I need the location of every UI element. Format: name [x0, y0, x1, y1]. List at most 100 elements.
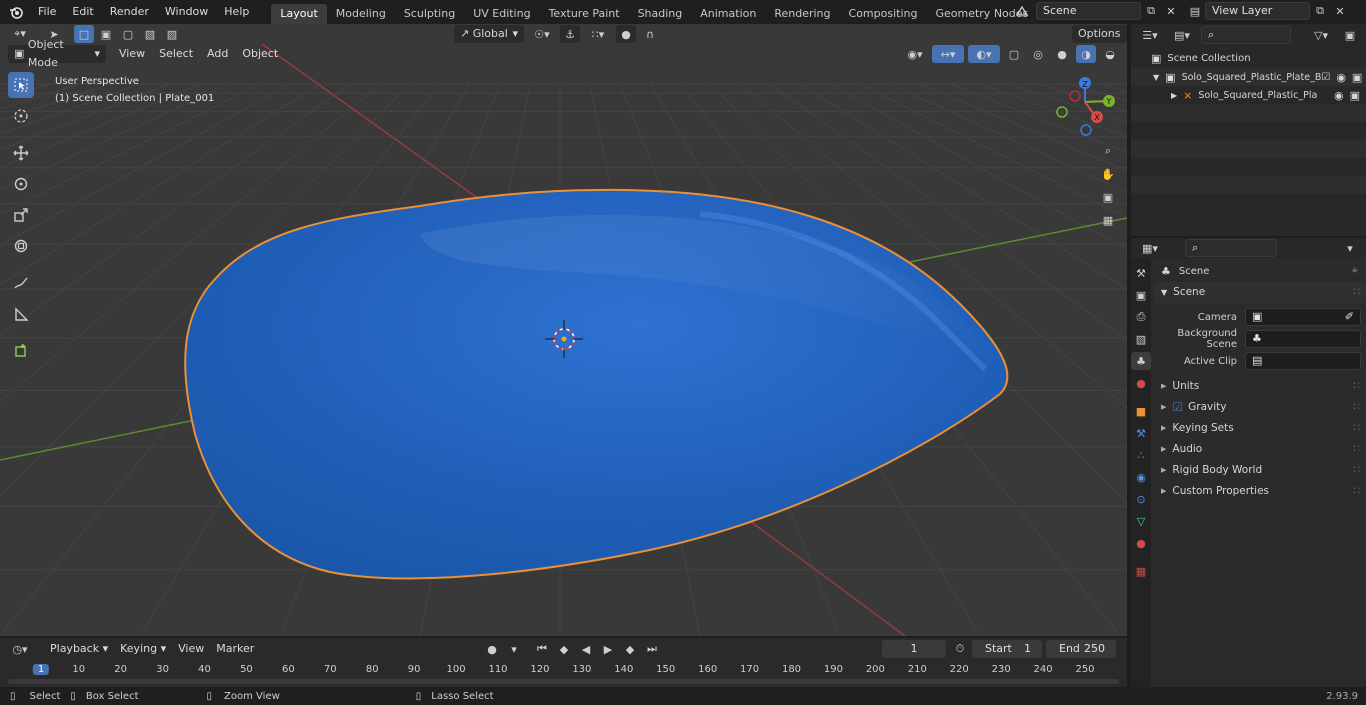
menu-file[interactable]: File: [30, 2, 64, 22]
data-tab-icon[interactable]: ▽: [1131, 512, 1151, 530]
xray-toggle-icon[interactable]: ▢: [1004, 45, 1024, 63]
timeline-editor-type-icon[interactable]: ◷▾: [6, 640, 34, 658]
subpanel-units[interactable]: ▶ Units ∷: [1155, 376, 1366, 397]
tool-tab-icon[interactable]: ⚒: [1131, 264, 1151, 282]
camera-view-icon[interactable]: ▣: [1098, 188, 1118, 206]
viewport-menu-object[interactable]: Object: [235, 44, 285, 64]
tab-compositing[interactable]: Compositing: [840, 4, 927, 24]
overlays-toggle-icon[interactable]: ◐▾: [968, 45, 1000, 63]
timeline-menu-keying[interactable]: Keying ▾: [114, 639, 172, 659]
outliner-search-input[interactable]: ⌕: [1201, 26, 1291, 44]
snap-icon[interactable]: ⚓: [560, 25, 580, 43]
object-tab-icon[interactable]: ■: [1131, 402, 1151, 420]
mode-dropdown[interactable]: ▣ Object Mode ▾: [8, 38, 106, 69]
camera-render-icon[interactable]: ▣: [1350, 89, 1360, 102]
options-dropdown[interactable]: Options ▾: [1072, 25, 1127, 58]
scene-icon[interactable]: [1012, 2, 1032, 20]
subpanel-audio[interactable]: ▶ Audio ∷: [1155, 439, 1366, 460]
transform-tool-button[interactable]: [8, 233, 34, 259]
visibility-icon[interactable]: ◉▾: [902, 45, 928, 63]
play-icon[interactable]: ▶: [598, 640, 618, 658]
wireframe-shading-icon[interactable]: ◎: [1028, 45, 1048, 63]
display-mode-icon[interactable]: ▤▾: [1169, 26, 1195, 44]
tab-rendering[interactable]: Rendering: [765, 4, 839, 24]
texture-tab-icon[interactable]: ▦: [1131, 562, 1151, 580]
cursor-tool-button[interactable]: [8, 103, 34, 129]
view-layer-copy-icon[interactable]: ⧉: [1310, 2, 1330, 20]
add-cube-tool-button[interactable]: [8, 338, 34, 364]
scene-copy-icon[interactable]: ⧉: [1141, 2, 1161, 20]
render-tab-icon[interactable]: ▣: [1131, 286, 1151, 304]
drag-handle-icon[interactable]: ∷: [1353, 439, 1360, 460]
select-subtract-icon[interactable]: ▢: [118, 25, 138, 43]
scene-name-field[interactable]: Scene: [1036, 2, 1141, 20]
viewport-menu-add[interactable]: Add: [200, 44, 235, 64]
falloff-icon[interactable]: ∩: [640, 25, 660, 43]
play-reverse-icon[interactable]: ◀: [576, 640, 596, 658]
outliner-root-row[interactable]: ▣ Scene Collection: [1131, 49, 1366, 68]
prev-keyframe-icon[interactable]: ◆: [554, 640, 574, 658]
properties-editor-type-icon[interactable]: ▦▾: [1137, 239, 1163, 257]
view-layer-tab-icon[interactable]: ▧: [1131, 330, 1151, 348]
subpanel-custom-properties[interactable]: ▶ Custom Properties ∷: [1155, 481, 1366, 502]
subpanel-keying-sets[interactable]: ▶ Keying Sets ∷: [1155, 418, 1366, 439]
drag-handle-icon[interactable]: ∷: [1353, 460, 1360, 481]
orientation-dropdown[interactable]: ↗ Global ▾: [454, 25, 524, 43]
view-layer-icon[interactable]: ▤: [1185, 2, 1205, 20]
scale-tool-button[interactable]: [8, 202, 34, 228]
tab-animation[interactable]: Animation: [691, 4, 765, 24]
expand-right-icon[interactable]: ▶: [1171, 91, 1177, 100]
gizmo-toggle-icon[interactable]: ↔▾: [932, 45, 964, 63]
tab-modeling[interactable]: Modeling: [327, 4, 395, 24]
perspective-grid-icon[interactable]: ▦: [1098, 211, 1118, 229]
pan-hand-icon[interactable]: ✋: [1098, 165, 1118, 183]
new-collection-icon[interactable]: ▣: [1340, 26, 1360, 44]
menu-render[interactable]: Render: [102, 2, 157, 22]
timeline-menu-view[interactable]: View: [172, 639, 210, 659]
tab-texture-paint[interactable]: Texture Paint: [540, 4, 629, 24]
select-tool-button[interactable]: [8, 72, 34, 98]
tab-shading[interactable]: Shading: [629, 4, 692, 24]
camera-render-icon[interactable]: ▣: [1352, 71, 1362, 84]
modifier-tab-icon[interactable]: ⚒: [1131, 424, 1151, 442]
drag-handle-icon[interactable]: ∷: [1353, 481, 1360, 502]
properties-search-input[interactable]: ⌕: [1185, 239, 1277, 257]
frame-ruler[interactable]: 1 10 20 30 40 50 60 70 80 90 100 110 120 130 140 150 160…: [0, 662, 1127, 680]
record-icon[interactable]: ●: [482, 640, 502, 658]
next-keyframe-icon[interactable]: ◆: [620, 640, 640, 658]
active-clip-field[interactable]: ▤: [1245, 352, 1361, 370]
viewport-menu-select[interactable]: Select: [152, 44, 200, 64]
menu-window[interactable]: Window: [157, 2, 216, 22]
view-layer-close-icon[interactable]: ✕: [1330, 2, 1350, 20]
camera-field[interactable]: ▣ ✐: [1245, 308, 1361, 326]
material-tab-icon[interactable]: ●: [1131, 534, 1151, 552]
3d-viewport[interactable]: Z Y X ⌕ ✋ ▣ ▦ User Perspective (1) Scene…: [0, 24, 1127, 636]
drag-handle-icon[interactable]: ∷: [1353, 282, 1360, 303]
view-layer-field[interactable]: View Layer: [1205, 2, 1310, 20]
outliner-row-collection[interactable]: ▼ ▣ Solo_Squared_Plastic_Plate_B ☑ ◉ ▣: [1131, 68, 1366, 86]
physics-tab-icon[interactable]: ◉: [1131, 468, 1151, 486]
pin-icon[interactable]: ⌖: [1352, 264, 1358, 278]
timeline-menu-marker[interactable]: Marker: [210, 639, 260, 659]
annotate-tool-button[interactable]: [8, 270, 34, 296]
scene-panel-header[interactable]: ▼ Scene ∷: [1155, 282, 1366, 303]
jump-start-icon[interactable]: ⏮: [532, 640, 552, 658]
tab-sculpting[interactable]: Sculpting: [395, 4, 464, 24]
output-tab-icon[interactable]: ⎙: [1131, 308, 1151, 326]
properties-options-icon[interactable]: ▾: [1340, 239, 1360, 257]
select-intersect-icon[interactable]: ▨: [162, 25, 182, 43]
rendered-shading-icon[interactable]: ◒: [1100, 45, 1120, 63]
eye-icon[interactable]: ◉: [1336, 71, 1346, 84]
menu-help[interactable]: Help: [216, 2, 257, 22]
material-shading-icon[interactable]: ◑: [1076, 45, 1096, 63]
background-scene-field[interactable]: ♣: [1245, 330, 1361, 348]
select-invert-icon[interactable]: ▧: [140, 25, 160, 43]
jump-end-icon[interactable]: ⏭: [642, 640, 662, 658]
constraints-tab-icon[interactable]: ⊙: [1131, 490, 1151, 508]
eye-icon[interactable]: ◉: [1334, 89, 1344, 102]
rotate-tool-button[interactable]: [8, 171, 34, 197]
record-options-icon[interactable]: ▾: [504, 640, 524, 658]
expand-down-icon[interactable]: ▼: [1153, 73, 1159, 82]
menu-edit[interactable]: Edit: [64, 2, 101, 22]
drag-handle-icon[interactable]: ∷: [1353, 376, 1360, 397]
